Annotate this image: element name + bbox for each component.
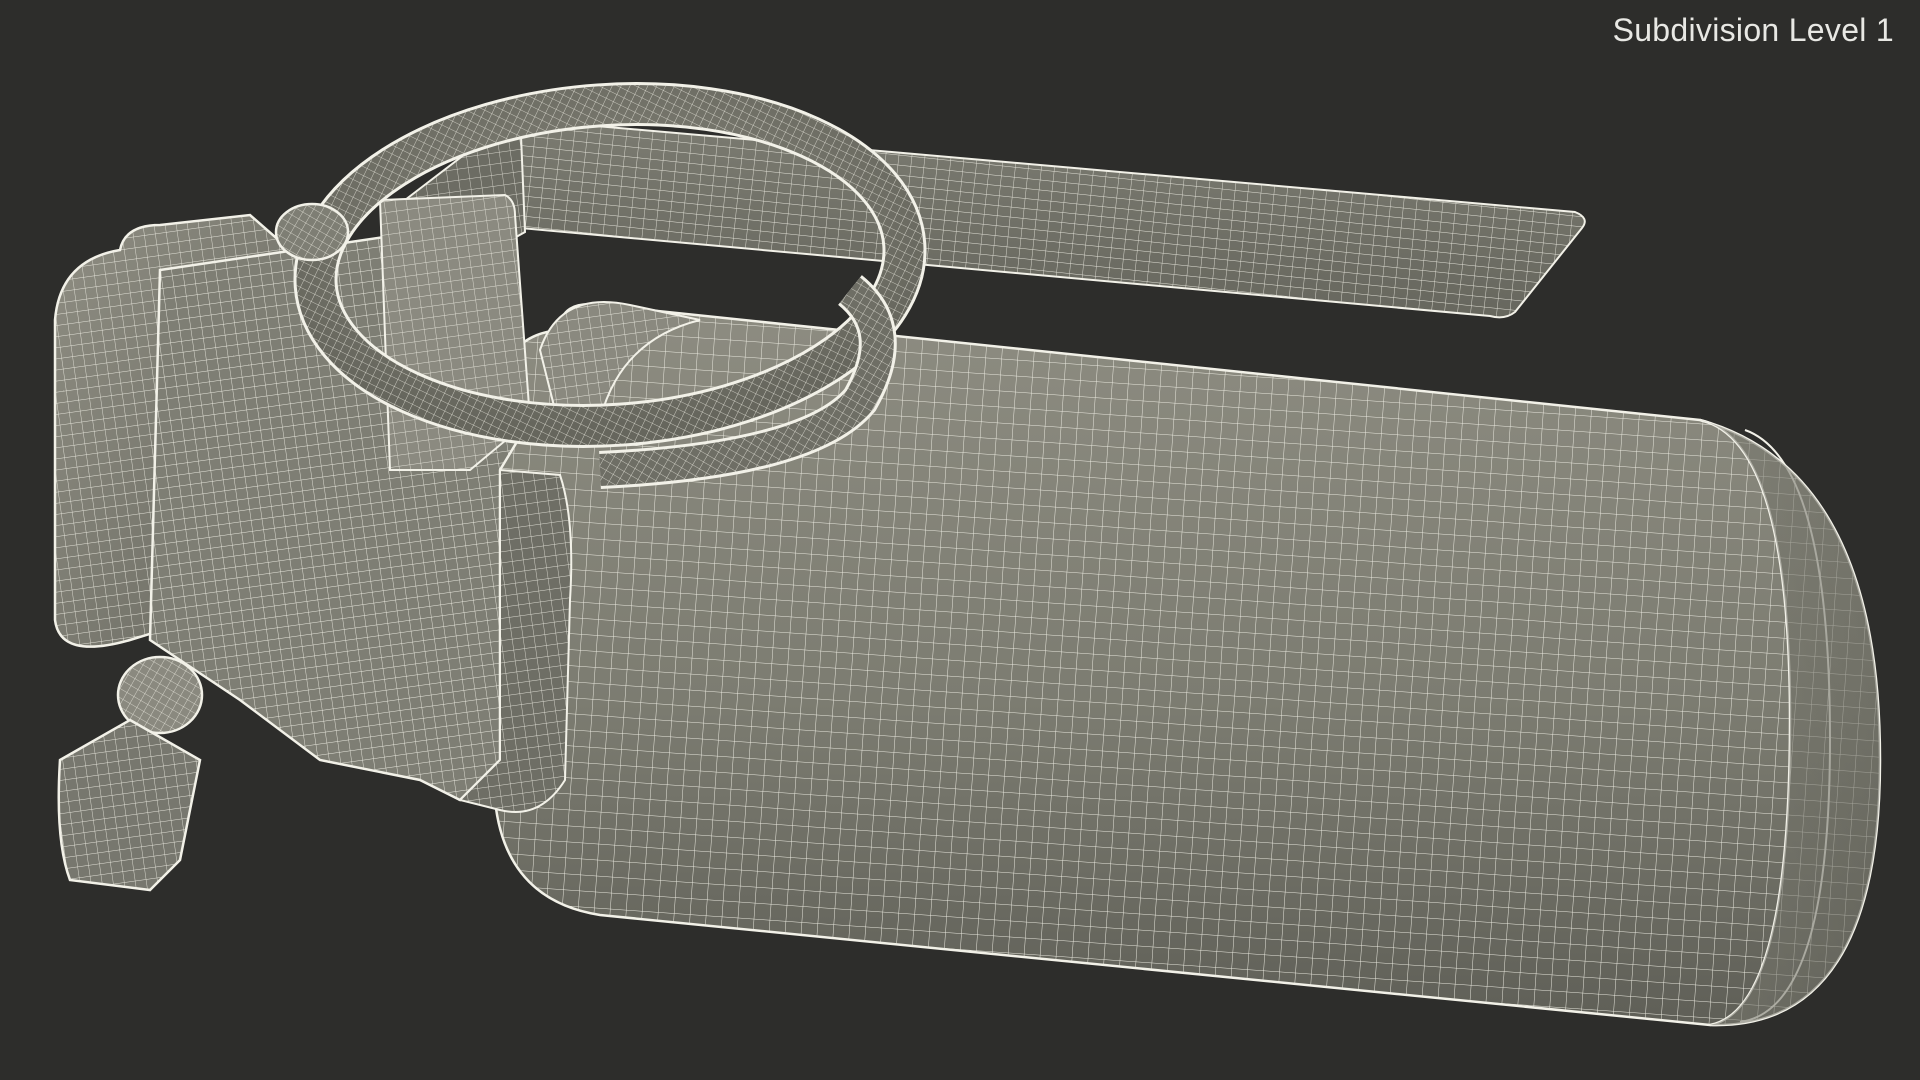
wireframe-render xyxy=(53,82,1882,1027)
viewport: Subdivision Level 1 xyxy=(0,0,1920,1080)
lever xyxy=(403,110,1586,319)
subdivision-level-label: Subdivision Level 1 xyxy=(1612,12,1894,48)
